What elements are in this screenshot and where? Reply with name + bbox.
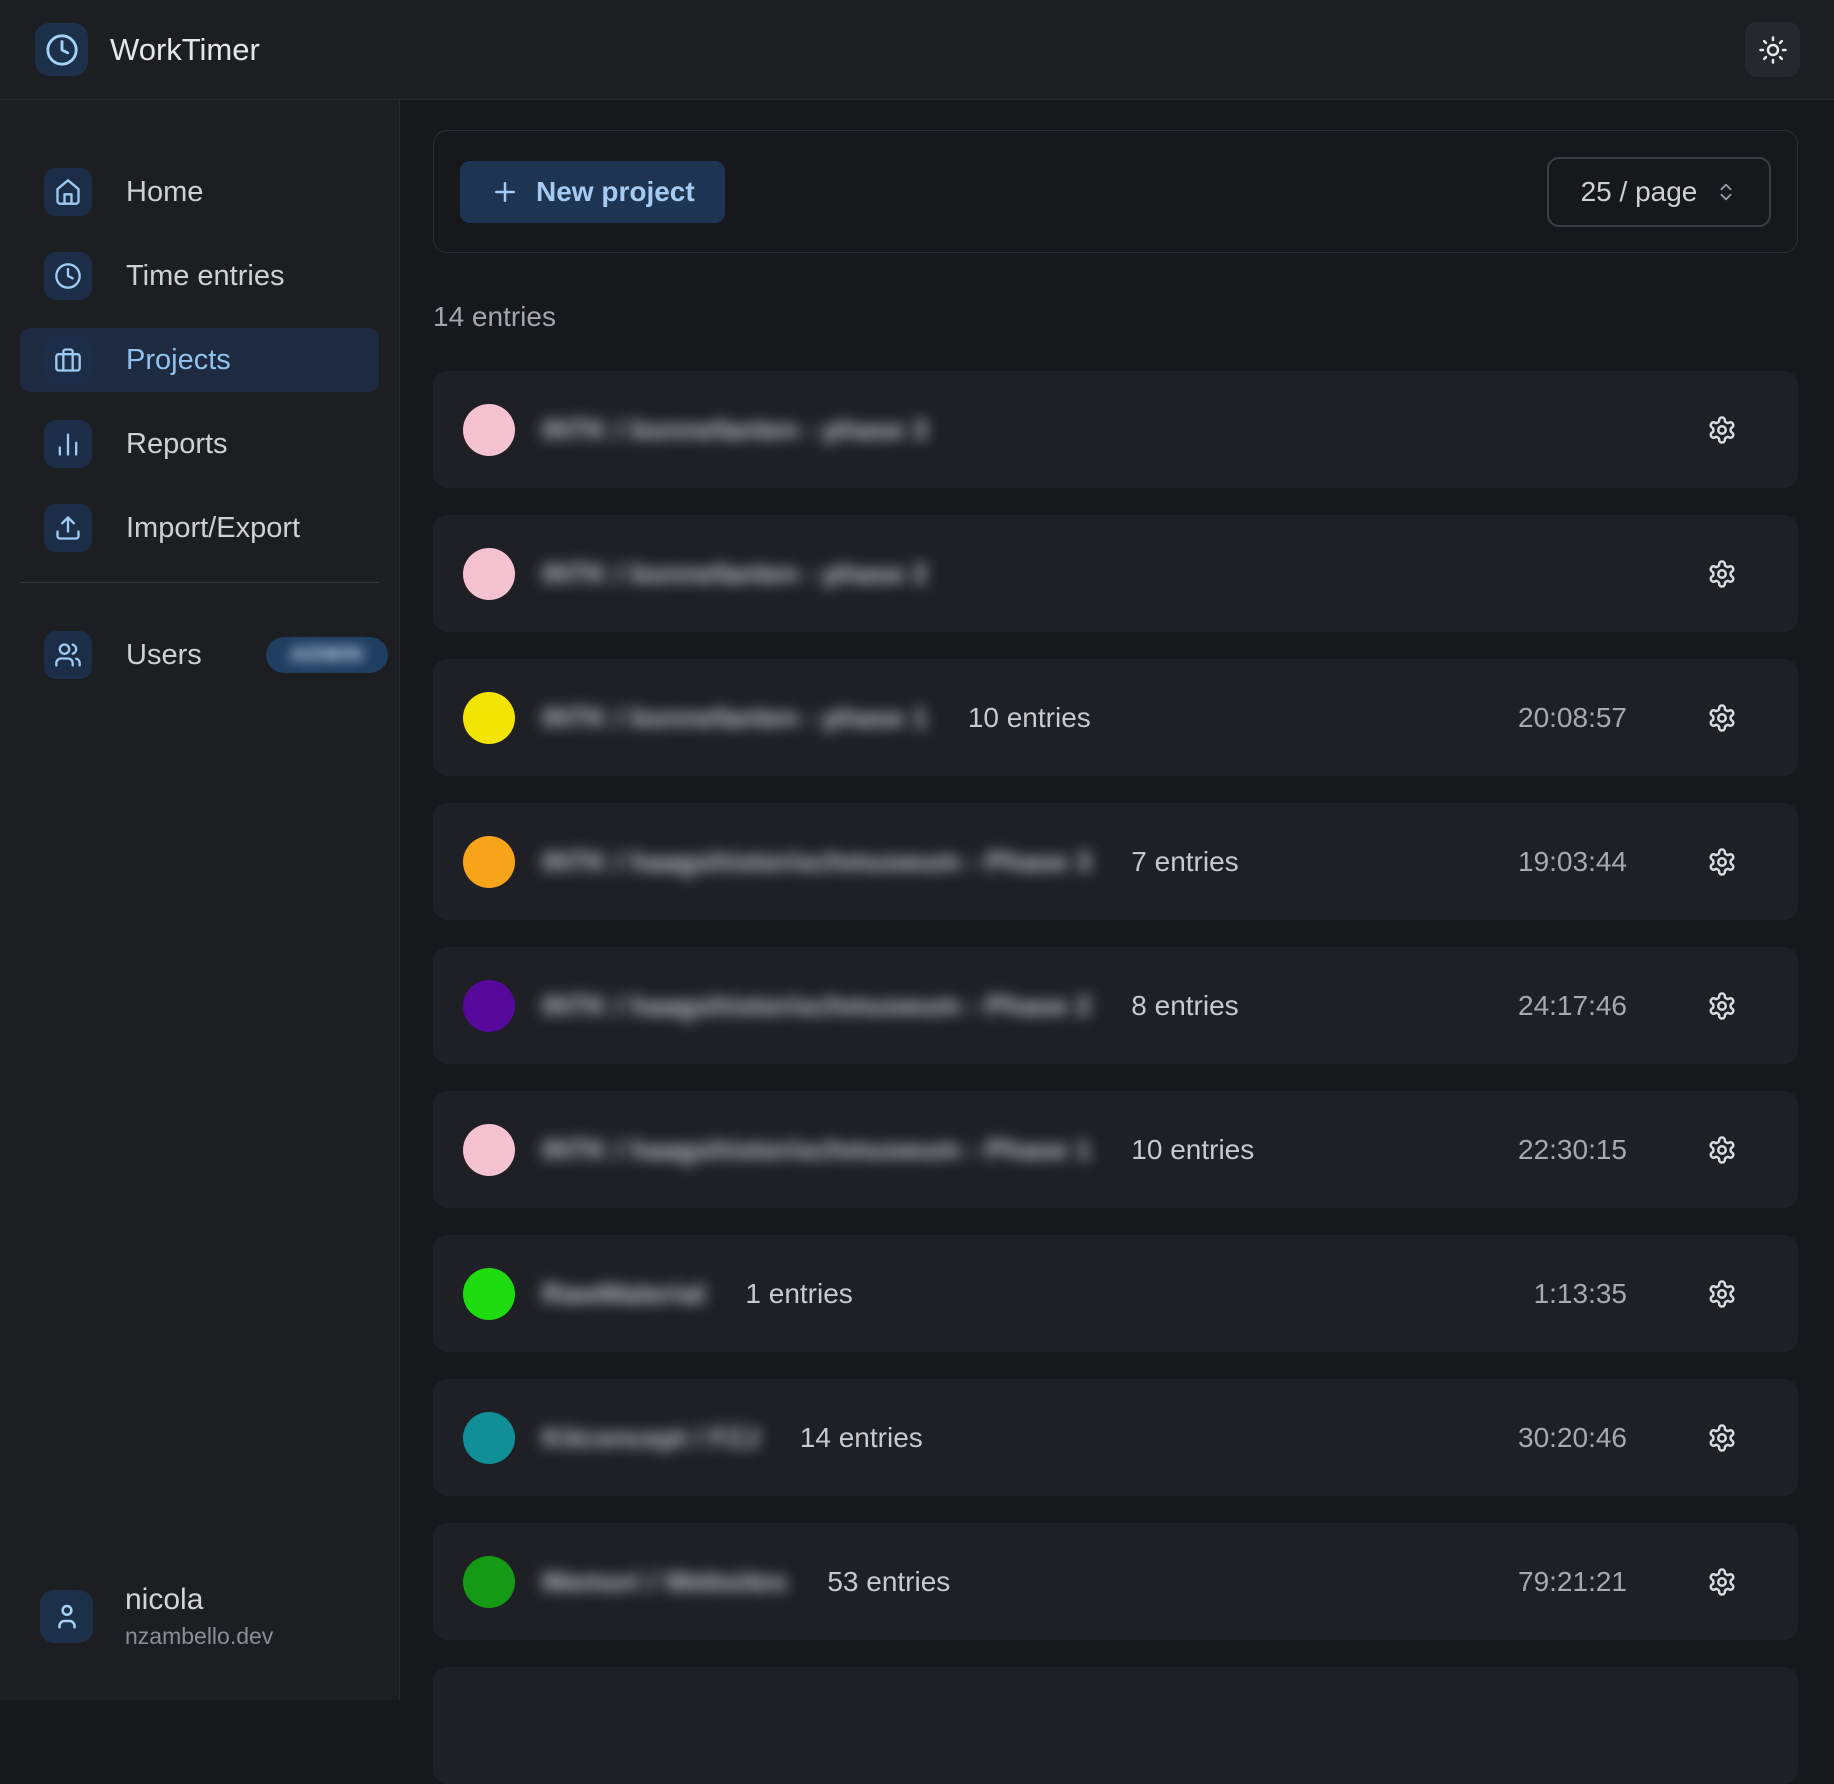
admin-badge: ADMIN (266, 637, 388, 673)
admin-badge-label: ADMIN (290, 643, 364, 667)
sidebar-item-label: Reports (126, 428, 228, 461)
project-row[interactable]: INTK / bonnefanten - phase 1 10 entries … (433, 659, 1798, 776)
user-profile[interactable]: nicola nzambello.dev (40, 1583, 273, 1651)
chevrons-up-down-icon (1715, 181, 1737, 203)
project-row[interactable]: INTK / bonnefanten - phase 3 (433, 371, 1798, 488)
settings-gear-icon[interactable] (1707, 559, 1737, 589)
project-row[interactable]: INTK / haagshistorischmuseum - Phase 1 1… (433, 1091, 1798, 1208)
sidebar-item-label: Projects (126, 344, 231, 377)
project-name: Memori / Websites (542, 1566, 787, 1598)
project-name: RawMaterial (542, 1278, 705, 1310)
project-color-dot (463, 548, 515, 600)
project-color-dot (463, 1412, 515, 1464)
sidebar-divider (20, 582, 379, 583)
project-row[interactable]: INTK / haagshistorischmuseum - Phase 2 8… (433, 947, 1798, 1064)
sidebar-item-projects[interactable]: Projects (20, 328, 379, 392)
project-row[interactable]: INTK / haagshistorischmuseum - Phase 3 7… (433, 803, 1798, 920)
clock-logo-icon (35, 23, 88, 76)
settings-gear-icon[interactable] (1707, 1423, 1737, 1453)
project-color-dot (463, 1124, 515, 1176)
briefcase-icon (44, 336, 92, 384)
sidebar-item-users[interactable]: Users ADMIN (20, 623, 379, 687)
project-name: INTK / haagshistorischmuseum - Phase 2 (542, 990, 1091, 1022)
sidebar-item-label: Import/Export (126, 512, 300, 545)
page-size-select[interactable]: 25 / page (1547, 157, 1771, 227)
user-icon (40, 1590, 93, 1643)
home-icon (44, 168, 92, 216)
project-name: Kitconcept / FZJ (542, 1422, 760, 1454)
main-content: New project 25 / page 14 entries INTK / … (400, 100, 1834, 1700)
new-project-button[interactable]: New project (460, 161, 725, 223)
project-color-dot (463, 980, 515, 1032)
settings-gear-icon[interactable] (1707, 991, 1737, 1021)
project-entries-count: 1 entries (745, 1278, 852, 1310)
page-size-value: 25 / page (1581, 176, 1698, 208)
sidebar: Home Time entries Projects Reports Impor (0, 100, 400, 1700)
project-entries-count: 10 entries (1131, 1134, 1254, 1166)
project-name: INTK / bonnefanten - phase 1 (542, 702, 928, 734)
project-name: INTK / haagshistorischmuseum - Phase 3 (542, 846, 1091, 878)
project-duration: 22:30:15 (1518, 1134, 1627, 1166)
project-row-partial[interactable] (433, 1667, 1798, 1784)
project-row[interactable]: Kitconcept / FZJ 14 entries 30:20:46 (433, 1379, 1798, 1496)
project-list: INTK / bonnefanten - phase 3 INTK / bonn… (433, 371, 1798, 1784)
project-color-dot (463, 404, 515, 456)
profile-name: nicola (125, 1583, 273, 1618)
project-color-dot (463, 1268, 515, 1320)
project-entries-count: 7 entries (1131, 846, 1238, 878)
upload-icon (44, 504, 92, 552)
plus-icon (490, 177, 520, 207)
sidebar-item-label: Home (126, 176, 203, 209)
theme-toggle-button[interactable] (1745, 22, 1800, 77)
project-row[interactable]: RawMaterial 1 entries 1:13:35 (433, 1235, 1798, 1352)
new-project-label: New project (536, 176, 695, 208)
sidebar-item-label: Time entries (126, 260, 284, 293)
project-color-dot (463, 692, 515, 744)
entries-count: 14 entries (433, 301, 1798, 333)
sidebar-item-import-export[interactable]: Import/Export (20, 496, 379, 560)
project-duration: 24:17:46 (1518, 990, 1627, 1022)
bar-chart-icon (44, 420, 92, 468)
project-row[interactable]: INTK / bonnefanten - phase 2 (433, 515, 1798, 632)
project-color-dot (463, 836, 515, 888)
project-duration: 1:13:35 (1534, 1278, 1627, 1310)
project-duration: 30:20:46 (1518, 1422, 1627, 1454)
app-title: WorkTimer (110, 32, 260, 68)
project-entries-count: 10 entries (968, 702, 1091, 734)
app-header: WorkTimer (0, 0, 1834, 100)
sun-icon (1758, 35, 1788, 65)
clock-icon (44, 252, 92, 300)
project-name: INTK / bonnefanten - phase 2 (542, 558, 928, 590)
sidebar-item-time-entries[interactable]: Time entries (20, 244, 379, 308)
settings-gear-icon[interactable] (1707, 703, 1737, 733)
settings-gear-icon[interactable] (1707, 415, 1737, 445)
project-name: INTK / bonnefanten - phase 3 (542, 414, 928, 446)
sidebar-item-reports[interactable]: Reports (20, 412, 379, 476)
sidebar-item-home[interactable]: Home (20, 160, 379, 224)
project-entries-count: 53 entries (827, 1566, 950, 1598)
users-icon (44, 631, 92, 679)
project-entries-count: 14 entries (800, 1422, 923, 1454)
settings-gear-icon[interactable] (1707, 1135, 1737, 1165)
project-row[interactable]: Memori / Websites 53 entries 79:21:21 (433, 1523, 1798, 1640)
settings-gear-icon[interactable] (1707, 1279, 1737, 1309)
brand: WorkTimer (35, 23, 260, 76)
projects-toolbar: New project 25 / page (433, 130, 1798, 253)
project-duration: 79:21:21 (1518, 1566, 1627, 1598)
project-name: INTK / haagshistorischmuseum - Phase 1 (542, 1134, 1091, 1166)
project-duration: 19:03:44 (1518, 846, 1627, 878)
project-duration: 20:08:57 (1518, 702, 1627, 734)
profile-domain: nzambello.dev (125, 1623, 273, 1650)
settings-gear-icon[interactable] (1707, 1567, 1737, 1597)
settings-gear-icon[interactable] (1707, 847, 1737, 877)
project-color-dot (463, 1556, 515, 1608)
sidebar-item-label: Users (126, 639, 202, 672)
project-entries-count: 8 entries (1131, 990, 1238, 1022)
